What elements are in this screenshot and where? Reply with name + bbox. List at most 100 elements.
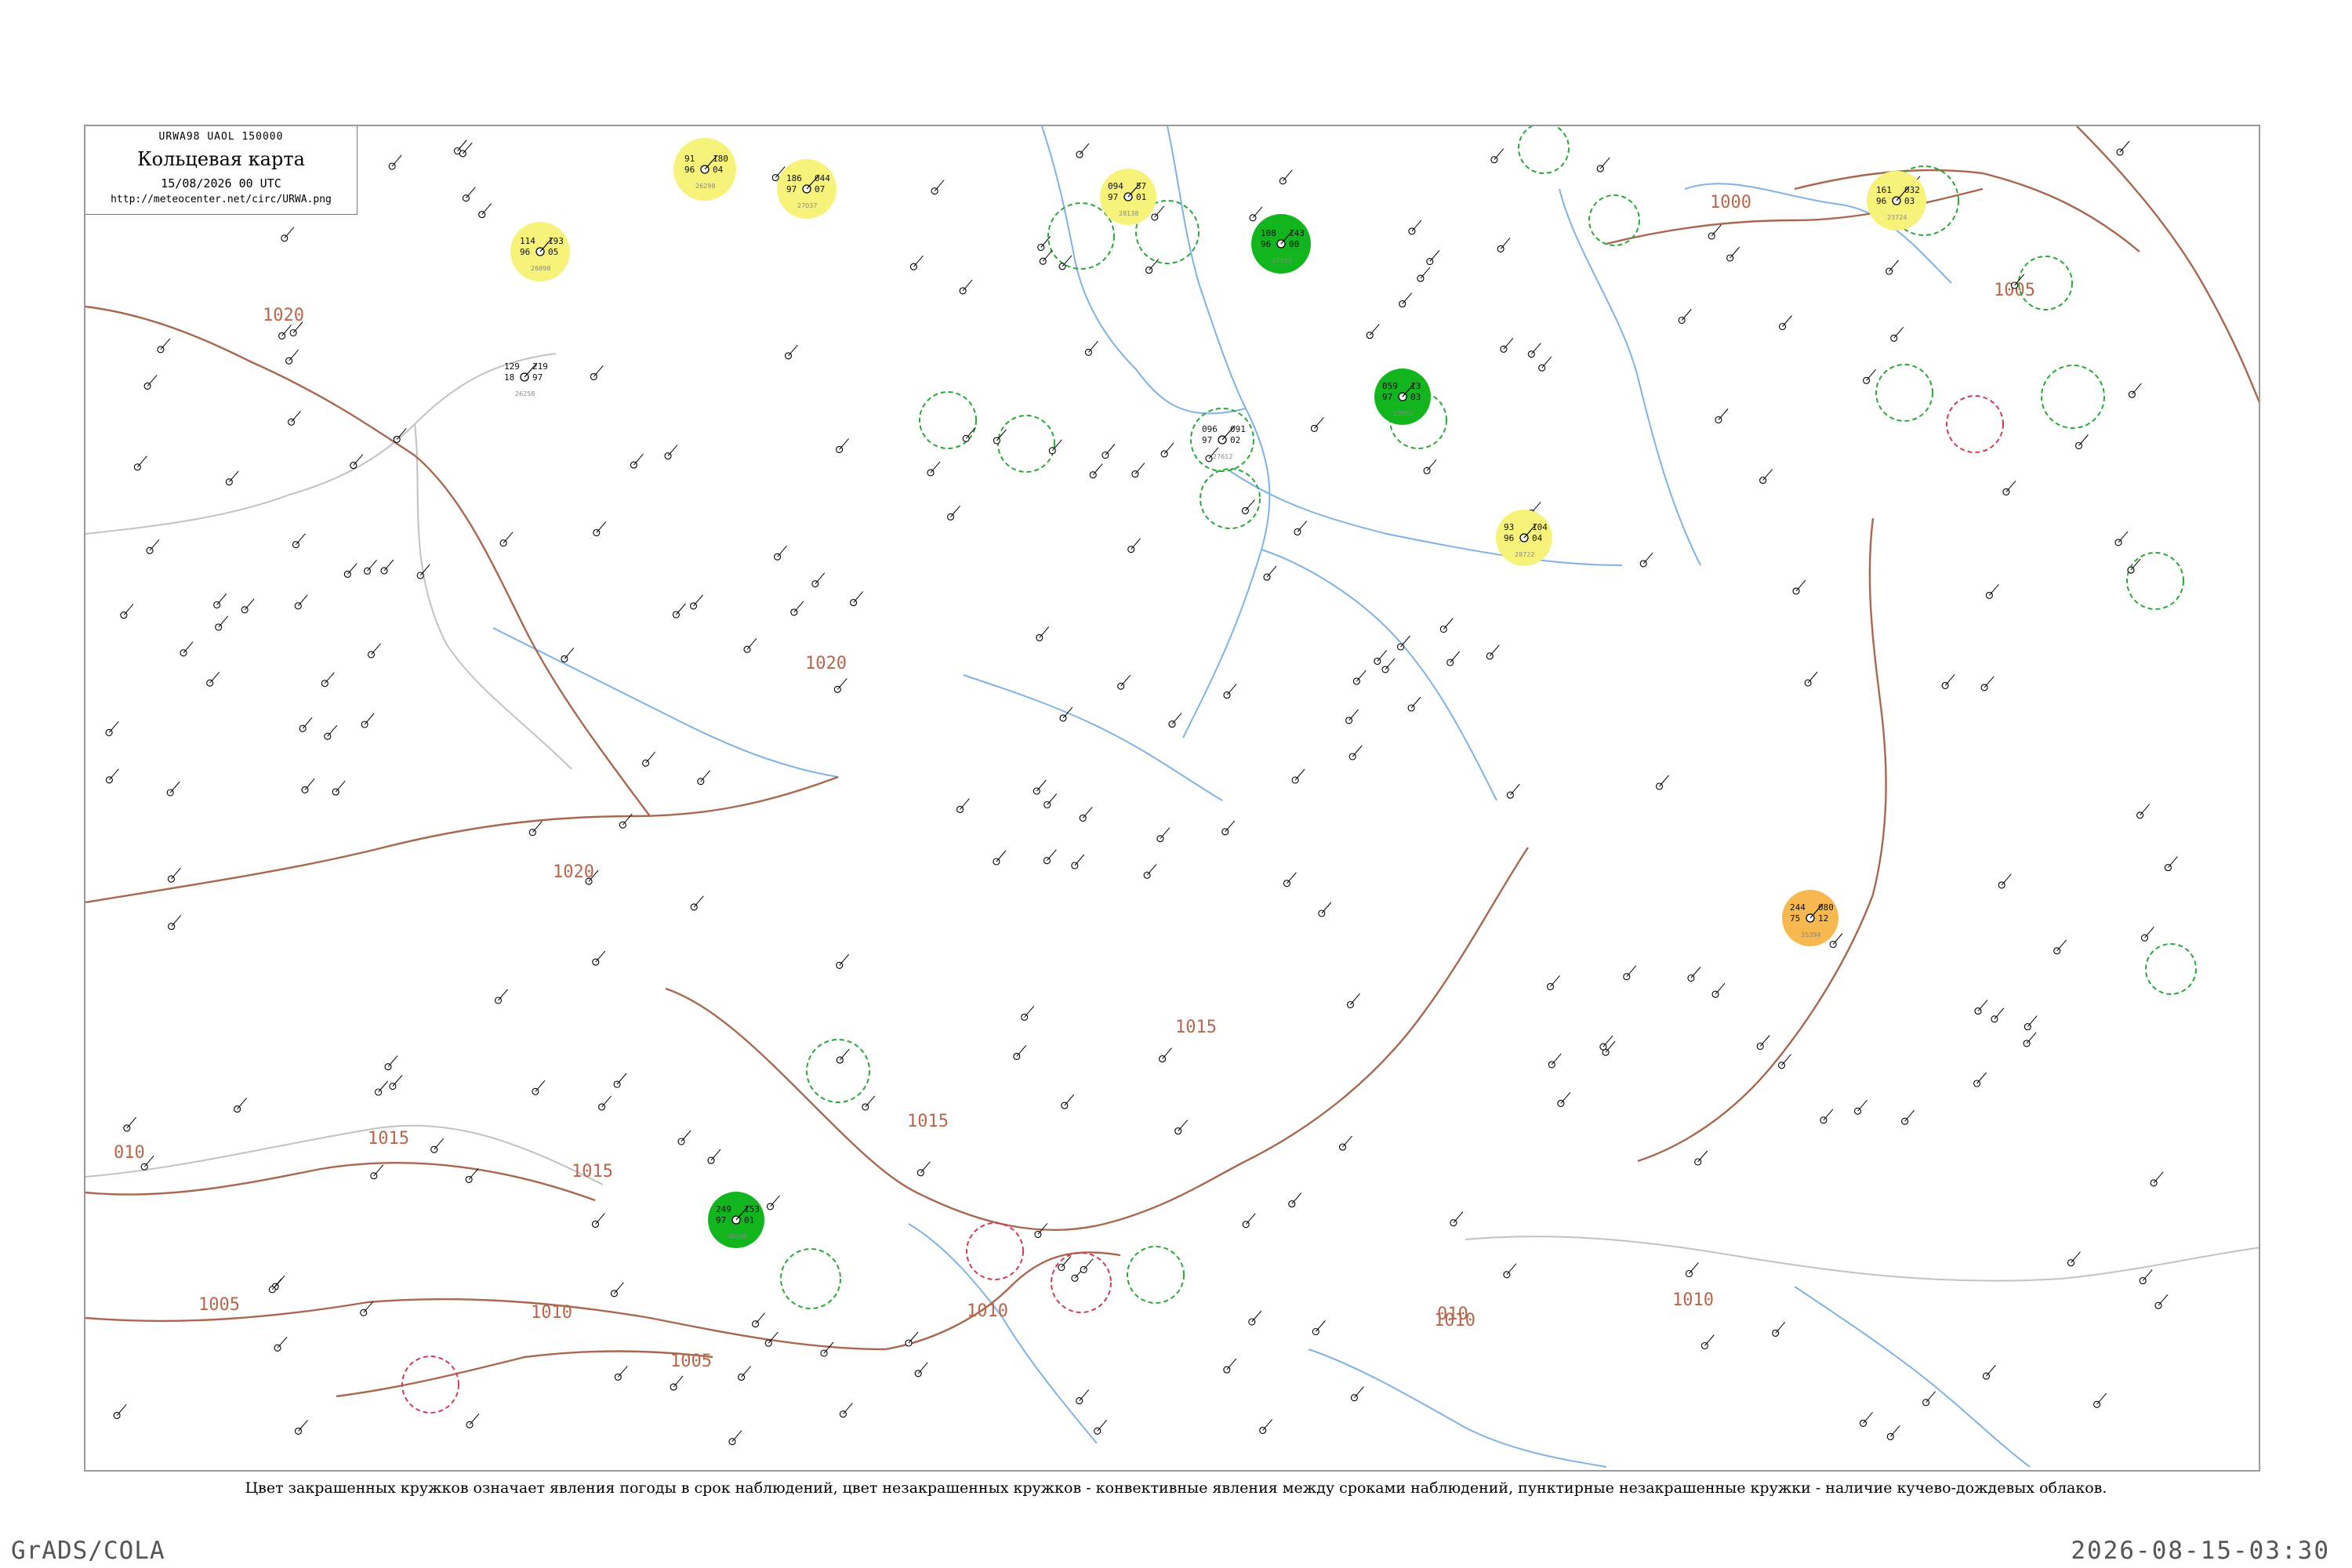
station-index: 26258 <box>515 390 535 397</box>
bulletin-code: URWA98 UAOL 150000 <box>158 131 284 143</box>
station-temp: 96 <box>520 247 530 257</box>
wind-barb <box>535 1080 546 1092</box>
wind-barb <box>920 1161 931 1174</box>
station-plot-s12: 249 153 97 01 36096 <box>708 1192 764 1248</box>
station-pres: 096 <box>1202 424 1218 434</box>
wind-barb <box>160 338 171 350</box>
wind-barb <box>1245 1213 1256 1225</box>
station-temp: 18 <box>504 372 514 383</box>
wind-barb <box>1775 1322 1786 1334</box>
wind-barb <box>1297 521 1308 532</box>
wind-barb <box>1626 965 1637 978</box>
isobar-label: 1010 <box>531 1303 572 1323</box>
wind-barb <box>1146 863 1157 876</box>
wind-barb <box>930 461 941 474</box>
wind-barb <box>216 593 227 605</box>
wind-barb <box>1097 1419 1108 1432</box>
station-plot-s11: 244 080 75 12 35394 <box>1782 890 1838 946</box>
wind-barb <box>1352 745 1363 757</box>
station-dew: 02 <box>1230 435 1240 445</box>
wind-barb <box>1893 326 1904 339</box>
wind-barb <box>1036 779 1047 792</box>
wind-barb <box>392 1075 403 1087</box>
station-temp: 97 <box>1202 435 1212 445</box>
wind-barb <box>1782 315 1792 327</box>
wind-barb <box>1823 1109 1834 1121</box>
wind-barb <box>1781 1054 1791 1066</box>
wind-barb <box>1047 793 1058 805</box>
wind-barb <box>2144 926 2154 938</box>
isobar-1020 <box>85 775 839 904</box>
isobar-1000 <box>2076 126 2259 404</box>
wind-barb <box>950 505 960 517</box>
wind-barb <box>1807 671 1818 684</box>
map-datetime: 15/08/2026 00 UTC <box>161 176 281 191</box>
wind-barb <box>1605 1040 1616 1053</box>
wind-barb <box>462 142 473 154</box>
station-index: 28722 <box>1515 551 1534 558</box>
station-pres: 094 <box>1108 181 1123 191</box>
wind-barb <box>2005 481 2016 492</box>
wind-barb <box>617 1366 628 1377</box>
wind-barb <box>700 770 711 782</box>
wind-barb <box>503 532 514 544</box>
isobar-label: 1015 <box>572 1162 613 1181</box>
wind-barb <box>2140 804 2150 816</box>
wind-barb <box>237 1098 247 1109</box>
isobar-label: 010 <box>1437 1305 1468 1324</box>
wind-barb <box>1092 463 1103 476</box>
wind-barb <box>1377 650 1388 662</box>
border-line <box>85 1124 604 1185</box>
wind-barb <box>1541 356 1552 368</box>
render-timestamp: 2026-08-15-03:30 <box>2071 1537 2330 1565</box>
wind-barb <box>373 1164 384 1177</box>
station-index: 27037 <box>797 202 817 209</box>
wind-barb <box>1551 1053 1562 1065</box>
station-temp: 97 <box>1382 392 1392 402</box>
wind-barb <box>2118 531 2129 543</box>
wind-barb <box>1079 143 1090 155</box>
wind-barb <box>1450 651 1461 663</box>
wind-barb <box>731 1430 742 1443</box>
river <box>492 627 839 778</box>
wind-barb <box>1079 1389 1090 1402</box>
wind-barb <box>1062 706 1073 719</box>
wind-barb <box>1162 1047 1172 1059</box>
wind-barb <box>1402 292 1413 304</box>
isobar-label: 1005 <box>198 1295 240 1315</box>
wind-barb <box>364 713 375 725</box>
wind-barb <box>147 375 158 387</box>
wind-barb <box>843 1403 853 1415</box>
wind-barb <box>2158 1294 2169 1306</box>
wind-barb <box>913 255 924 267</box>
isobar-1015 <box>665 987 1247 1232</box>
wind-barb <box>1602 1035 1613 1047</box>
wind-barb <box>324 672 335 684</box>
wind-barb <box>1252 206 1263 219</box>
station-index: 35394 <box>1801 931 1820 938</box>
station-pres: 108 <box>1261 228 1276 238</box>
wind-barb <box>149 539 160 551</box>
wind-barb <box>1926 1391 1936 1403</box>
wind-barb <box>839 953 850 966</box>
wind-barb <box>2001 873 2012 886</box>
wind-barb <box>1225 820 1236 833</box>
wind-barb <box>244 598 255 611</box>
station-pres: 91 <box>684 154 695 164</box>
wind-barb <box>1697 1150 1708 1163</box>
station-pres: 059 <box>1382 381 1398 391</box>
wind-barb <box>284 227 295 239</box>
isobar-label: 010 <box>114 1143 145 1163</box>
wind-barb <box>1759 1035 1770 1047</box>
convective-ring <box>2041 365 2105 429</box>
wind-barb <box>387 1055 398 1068</box>
wind-barb <box>2056 939 2067 952</box>
wind-barb <box>1489 644 1500 657</box>
station-index: 27612 <box>1213 453 1232 460</box>
wind-barb <box>1350 993 1360 1005</box>
river <box>1794 1286 2031 1468</box>
wind-barb <box>616 1073 627 1085</box>
station-dew: 97 <box>532 372 543 383</box>
wind-barb <box>391 154 402 167</box>
wind-barb <box>1994 1007 2005 1020</box>
